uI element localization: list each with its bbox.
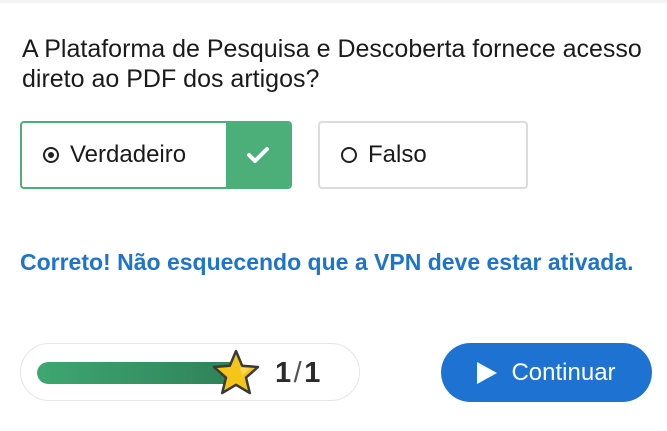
check-icon — [226, 123, 290, 187]
radio-selected-icon — [43, 147, 59, 163]
feedback-message: Correto! Não esquecendo que a VPN deve e… — [20, 249, 634, 275]
continue-button-label: Continuar — [511, 358, 616, 386]
progress-counter: 1/1 — [275, 357, 321, 390]
progress-separator: / — [293, 357, 303, 389]
progress-current: 1 — [275, 357, 292, 389]
option-falso[interactable]: Falso — [318, 121, 528, 189]
play-icon — [477, 361, 498, 384]
continue-button[interactable]: Continuar — [441, 343, 652, 402]
progress-indicator: 1/1 — [20, 343, 360, 401]
question-text: A Plataforma de Pesquisa e Descoberta fo… — [22, 35, 642, 93]
progress-total: 1 — [304, 357, 321, 389]
option-verdadeiro[interactable]: Verdadeiro — [20, 121, 292, 189]
option-label: Verdadeiro — [70, 141, 187, 168]
radio-unselected-icon — [341, 147, 357, 163]
option-label: Falso — [368, 141, 427, 168]
star-icon — [212, 349, 260, 395]
top-divider — [0, 0, 667, 3]
